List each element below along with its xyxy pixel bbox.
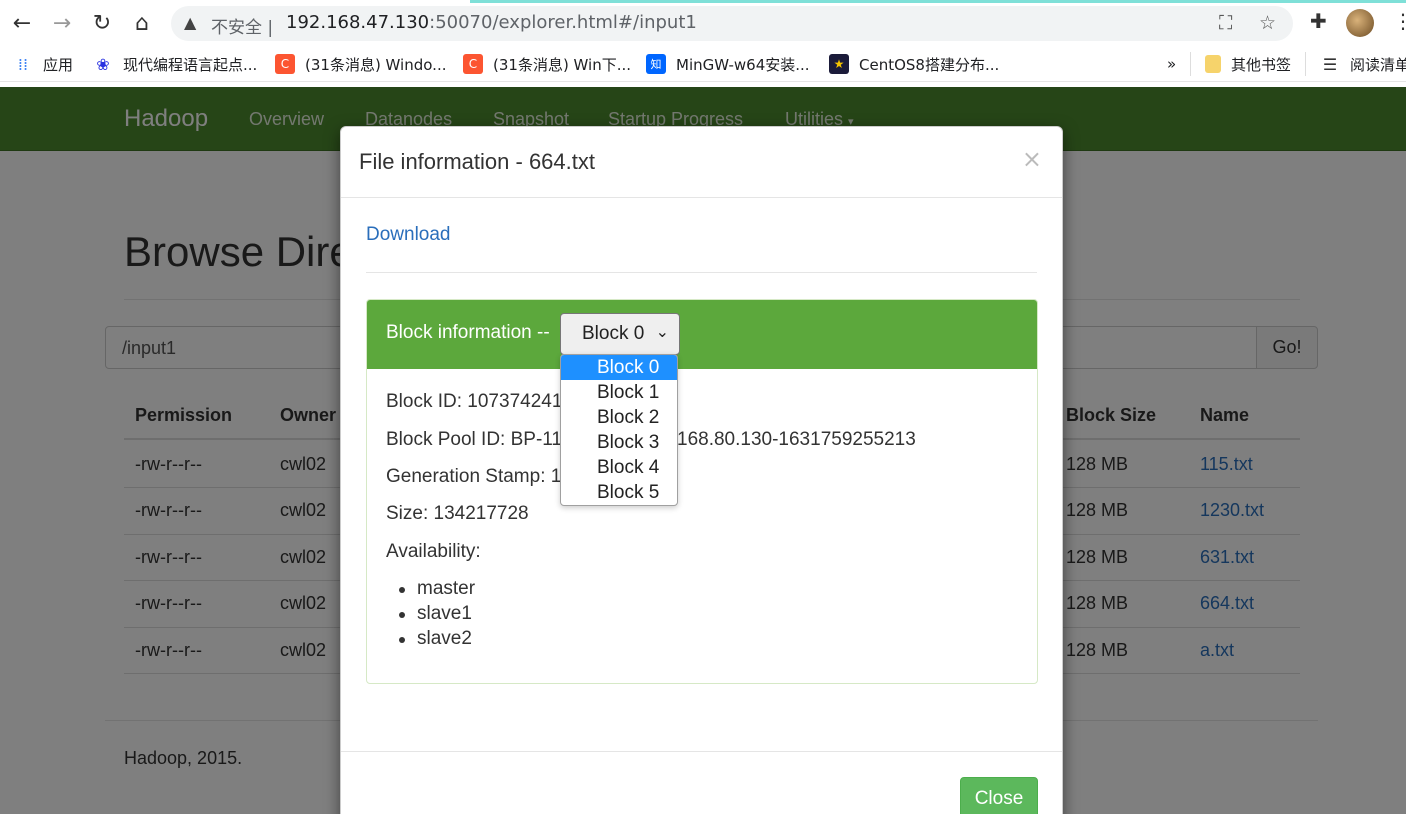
availability-node: slave1 [399, 603, 472, 624]
menu-kebab-icon[interactable]: ⋮ [1393, 9, 1406, 33]
divider [366, 272, 1037, 273]
url-host: 192.168.47.130 [286, 12, 430, 33]
star-favicon-icon: ★ [829, 54, 849, 74]
warning-triangle-icon: ▲ [184, 13, 197, 32]
bookmark-label: CentOS8搭建分布... [859, 55, 1000, 74]
insecure-label: 不安全 | [211, 18, 274, 38]
bookmark-item[interactable]: ❀ 现代编程语言起点... [93, 54, 257, 74]
block-info-label: Block information -- [386, 322, 550, 343]
translate-icon[interactable]: ⛶ [1219, 12, 1232, 34]
extensions-puzzle-icon[interactable]: ✚ [1310, 9, 1327, 33]
bookmark-item[interactable]: C (31条消息) Windo... [275, 54, 446, 74]
block-option[interactable]: Block 5 [561, 480, 677, 505]
block-option[interactable]: Block 3 [561, 430, 677, 455]
forward-arrow-icon[interactable]: → [48, 9, 76, 37]
modal-footer-divider [341, 751, 1062, 752]
close-icon[interactable]: × [1022, 145, 1042, 173]
availability-node: slave2 [399, 628, 472, 649]
close-button[interactable]: Close [960, 777, 1038, 814]
block-select-value: Block 0 [582, 323, 645, 344]
block-pool-id: Block Pool ID: BP-110 168.80.130-16317592… [386, 429, 916, 451]
block-info-panel: Block information -- Block 0 ⌄ Block ID:… [366, 299, 1038, 684]
bookmark-divider [1190, 52, 1191, 76]
bookmark-label: MinGW-w64安装... [676, 55, 810, 74]
bookmark-label: 现代编程语言起点... [123, 55, 258, 74]
folder-icon [1205, 55, 1221, 73]
block-select[interactable]: Block 0 ⌄ [560, 313, 680, 355]
block-option[interactable]: Block 0 [561, 355, 677, 380]
bookmark-item[interactable]: ★ CentOS8搭建分布... [829, 54, 999, 74]
availability-node: master [398, 578, 476, 599]
bookmarks-bar: ⁞⁞ 应用 ❀ 现代编程语言起点... C (31条消息) Windo... C (31… [0, 46, 1406, 82]
other-bookmarks-folder[interactable]: 其他书签 [1205, 54, 1291, 74]
browser-toolbar: ← → ↻ ⌂ ▲ 不安全 | 192.168.47.130:50070/exp… [0, 0, 1406, 46]
url-path: :50070/explorer.html#/input1 [429, 12, 697, 33]
apps-grid-icon: ⁞⁞ [17, 54, 29, 74]
bookmarks-overflow-button[interactable]: » [1167, 54, 1176, 74]
block-option[interactable]: Block 2 [561, 405, 677, 430]
block-info-header: Block information -- Block 0 ⌄ [367, 300, 1037, 369]
bookmark-label: (31条消息) Win下... [493, 55, 632, 74]
block-option[interactable]: Block 1 [561, 380, 677, 405]
bookmark-label: (31条消息) Windo... [305, 55, 447, 74]
block-dropdown-list: Block 0 Block 1 Block 2 Block 3 Block 4 … [560, 354, 678, 506]
block-id: Block ID: 107374241 [386, 391, 563, 412]
address-bar[interactable]: ▲ 不安全 | 192.168.47.130:50070/explorer.ht… [171, 6, 1293, 41]
block-pool-id-head: Block Pool ID: BP-110 [386, 429, 573, 450]
reload-icon[interactable]: ↻ [88, 9, 116, 37]
bookmark-apps[interactable]: ⁞⁞ 应用 [13, 54, 73, 74]
profile-avatar[interactable] [1346, 9, 1374, 37]
bookmark-label: 应用 [43, 55, 74, 74]
bookmark-label: 其他书签 [1231, 55, 1292, 74]
availability-label: Availability: [386, 541, 481, 562]
bookmark-star-icon[interactable]: ☆ [1259, 12, 1276, 34]
home-icon[interactable]: ⌂ [128, 9, 156, 37]
generation-stamp: Generation Stamp: 10 [386, 466, 572, 487]
block-size-bytes: Size: 134217728 [386, 503, 529, 524]
csdn-c-icon: C [463, 54, 483, 74]
bookmark-item[interactable]: 知 MinGW-w64安装... [646, 54, 810, 74]
zhihu-icon: 知 [646, 54, 666, 74]
reading-list-icon: ☰ [1322, 54, 1338, 74]
modal-header-divider [341, 197, 1062, 198]
chevron-down-icon: ⌄ [655, 322, 669, 341]
file-info-modal: File information - 664.txt × Download Bl… [340, 126, 1063, 814]
url-text[interactable]: 192.168.47.130:50070/explorer.html#/inpu… [286, 12, 697, 33]
overflow-chevron-icon: » [1167, 55, 1177, 73]
bookmark-divider [1305, 52, 1306, 76]
baidu-paw-icon: ❀ [96, 54, 110, 74]
block-option[interactable]: Block 4 [561, 455, 677, 480]
bookmark-label: 阅读清单 [1350, 55, 1406, 74]
block-pool-id-tail: 168.80.130-1631759255213 [677, 429, 916, 450]
back-arrow-icon[interactable]: ← [8, 9, 36, 37]
tab-accent-line [0, 0, 1406, 3]
csdn-c-icon: C [275, 54, 295, 74]
bookmark-item[interactable]: C (31条消息) Win下... [463, 54, 631, 74]
modal-title: File information - 664.txt [359, 149, 595, 174]
download-link[interactable]: Download [366, 224, 451, 246]
reading-list-button[interactable]: ☰ 阅读清单 [1320, 54, 1406, 74]
